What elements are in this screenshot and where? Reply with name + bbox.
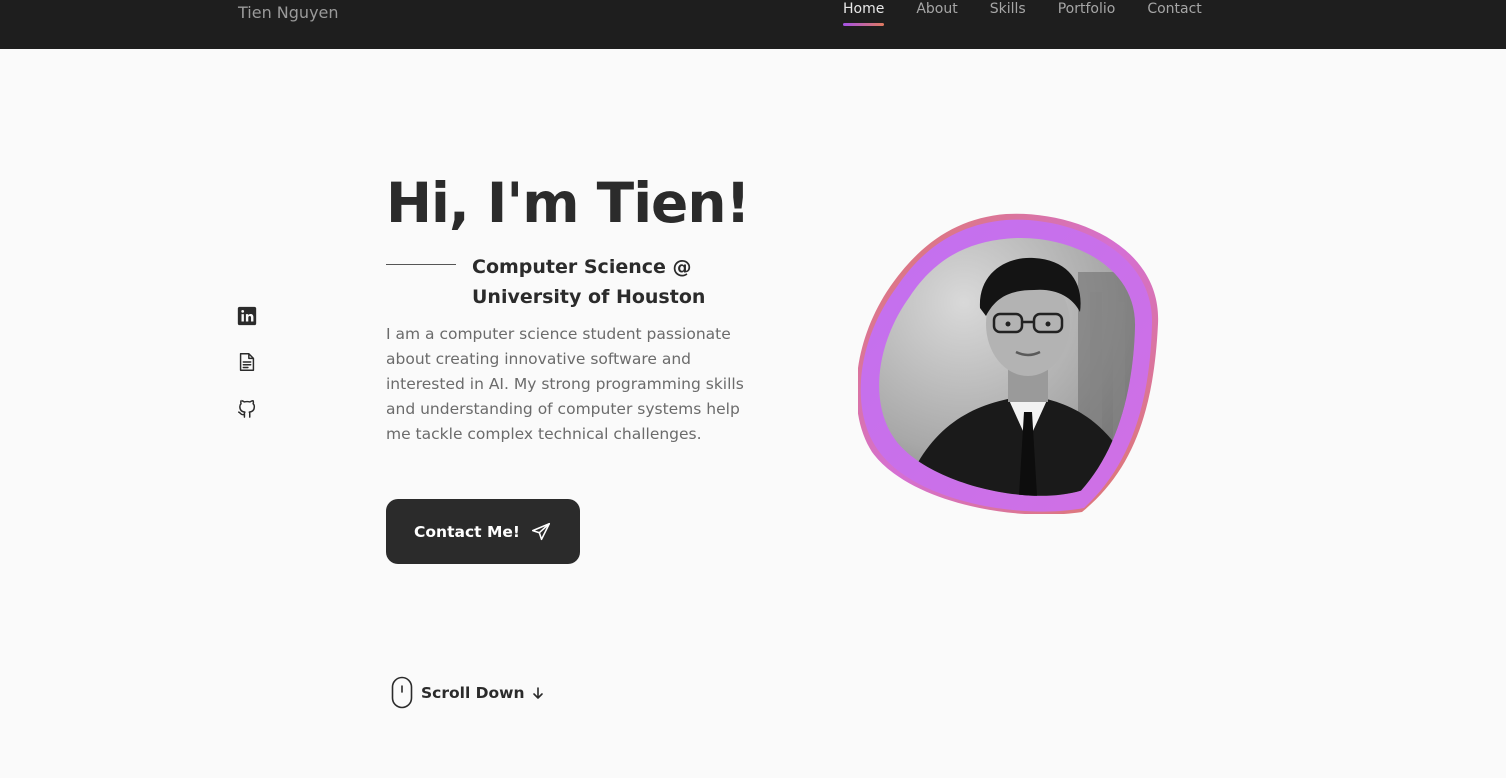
send-icon	[531, 522, 550, 540]
hero-subtitle-row: Computer Science @ University of Houston	[386, 252, 786, 312]
brand-logo[interactable]: Tien Nguyen	[238, 3, 339, 22]
contact-me-button[interactable]: Contact Me!	[386, 499, 580, 564]
social-links	[236, 305, 260, 443]
scroll-down-label: Scroll Down	[421, 684, 525, 702]
nav-contact[interactable]: Contact	[1147, 0, 1201, 26]
resume-icon[interactable]	[236, 351, 260, 375]
nav-about[interactable]: About	[916, 0, 957, 26]
main-nav: Home About Skills Portfolio Contact	[843, 0, 1234, 26]
profile-photo	[856, 212, 1160, 515]
hero-subtitle: Computer Science @ University of Houston	[472, 256, 706, 308]
scroll-down-button[interactable]: Scroll Down	[391, 676, 545, 710]
hero-title: Hi, I'm Tien!	[386, 171, 751, 235]
linkedin-icon[interactable]	[236, 305, 260, 329]
mouse-icon	[391, 676, 413, 709]
github-icon[interactable]	[236, 397, 260, 421]
hero-section: Hi, I'm Tien! Computer Science @ Univers…	[386, 168, 786, 564]
nav-home[interactable]: Home	[843, 0, 885, 26]
nav-skills[interactable]: Skills	[990, 0, 1026, 26]
subtitle-divider	[386, 264, 456, 265]
arrow-down-icon	[532, 687, 543, 699]
nav-portfolio[interactable]: Portfolio	[1058, 0, 1116, 26]
contact-me-label: Contact Me!	[414, 522, 520, 541]
top-navbar: Tien Nguyen Home About Skills Portfolio …	[0, 0, 1506, 49]
hero-description: I am a computer science student passiona…	[386, 325, 744, 443]
